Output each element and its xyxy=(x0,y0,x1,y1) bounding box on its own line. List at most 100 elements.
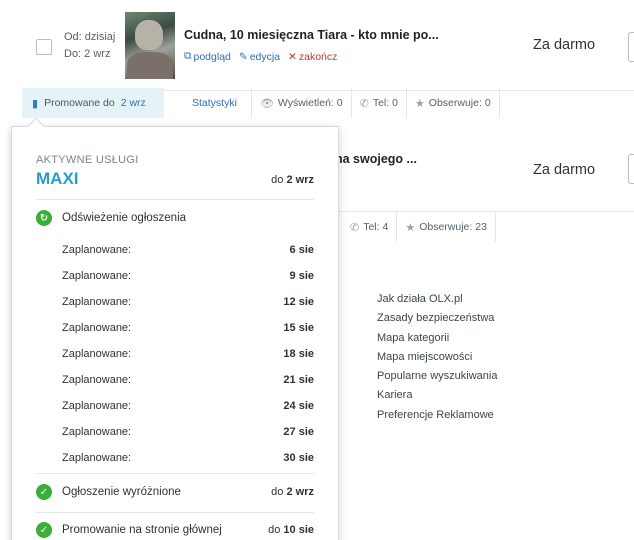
service-featured-until: do 2 wrz xyxy=(271,486,314,498)
listing-action-button[interactable] xyxy=(628,32,634,62)
footer-link-ad-preferences[interactable]: Preferencje Reklamowe xyxy=(377,406,497,425)
footer-link-location-map[interactable]: Mapa miejscowości xyxy=(377,348,497,367)
service-homepage: ✓ Promowanie na stronie głównej do 10 si… xyxy=(36,522,314,538)
listing-actions: ⧉ podgląd ✎ edycja ✕ zakończ xyxy=(184,50,337,63)
service-featured-prefix: do xyxy=(271,486,284,498)
plan-until: do 2 wrz xyxy=(271,174,314,186)
finish-label: zakończ xyxy=(298,50,338,63)
footer-link-how-it-works[interactable]: Jak działa OLX.pl xyxy=(377,290,497,309)
schedule-label: Zaplanowane: xyxy=(62,270,132,282)
phone-count: Tel: 0 xyxy=(372,97,398,109)
finish-link[interactable]: ✕ zakończ xyxy=(288,50,337,63)
edit-label: edycja xyxy=(249,50,281,63)
popup-arrow xyxy=(27,117,45,135)
schedule-row: Zaplanowane: 15 sie xyxy=(62,322,314,334)
check-icon: ✓ xyxy=(36,522,52,538)
close-icon: ✕ xyxy=(288,50,297,63)
phone-stat: ✆ Tel: 0 xyxy=(352,88,407,118)
service-homepage-prefix: do xyxy=(268,524,281,536)
watchers-stat: ★ Obserwuje: 23 xyxy=(397,212,496,242)
listing-action-button[interactable] xyxy=(628,154,634,184)
external-link-icon: ⧉ xyxy=(184,50,192,62)
date-from: Od: dzisiaj xyxy=(64,31,116,43)
service-refresh-label: Odświeżenie ogłoszenia xyxy=(62,212,187,224)
preview-link[interactable]: ⧉ podgląd xyxy=(184,50,231,63)
star-icon: ★ xyxy=(414,97,425,110)
eye-icon: 👁 xyxy=(259,97,274,110)
listing-dates: Od: dzisiaj Do: 2 wrz xyxy=(64,29,115,63)
thumbnail-person-shape xyxy=(127,52,173,79)
divider xyxy=(36,199,314,200)
listing-thumbnail[interactable] xyxy=(125,12,175,79)
service-featured-date: 2 wrz xyxy=(286,486,314,498)
schedule-row: Zaplanowane: 9 sie xyxy=(62,270,314,282)
popup-heading: AKTYWNE USŁUGI xyxy=(36,154,139,166)
service-homepage-date: 10 sie xyxy=(283,524,314,536)
promo-label: Promowane do xyxy=(44,97,115,109)
listing-price: Za darmo xyxy=(533,37,596,53)
schedule-label: Zaplanowane: xyxy=(62,400,132,412)
schedule-label: Zaplanowane: xyxy=(62,426,132,438)
views-stat: 👁 Wyświetleń: 0 xyxy=(252,88,352,118)
schedule-date: 6 sie xyxy=(289,244,314,256)
listing-row: Od: dzisiaj Do: 2 wrz Cudna, 10 miesięcz… xyxy=(22,0,634,91)
schedule-label: Zaplanowane: xyxy=(62,348,132,360)
promo-date: 2 wrz xyxy=(120,97,146,109)
schedule-label: Zaplanowane: xyxy=(62,296,132,308)
check-icon: ✓ xyxy=(36,484,52,500)
phone-count: Tel: 4 xyxy=(363,221,389,233)
footer-link-safety[interactable]: Zasady bezpieczeństwa xyxy=(377,309,497,328)
listing-checkbox[interactable] xyxy=(36,39,52,55)
schedule-label: Zaplanowane: xyxy=(62,322,132,334)
schedule-date: 30 sie xyxy=(283,452,314,464)
listing-stats-bar: ▮ Promowane do 2 wrz Statystyki 👁 Wyświe… xyxy=(22,88,634,118)
schedule-row: Zaplanowane: 18 sie xyxy=(62,348,314,360)
phone-icon: ✆ xyxy=(350,221,360,234)
date-to: Do: 2 wrz xyxy=(64,48,111,60)
watchers-count: Obserwuje: 0 xyxy=(428,97,491,109)
schedule-label: Zaplanowane: xyxy=(62,452,132,464)
watchers-count: Obserwuje: 23 xyxy=(419,221,487,233)
star-icon: ★ xyxy=(405,221,416,234)
phone-stat: ✆ Tel: 4 xyxy=(338,212,398,242)
listing-title[interactable]: Cudna, 10 miesięczna Tiara - kto mnie po… xyxy=(184,28,439,42)
schedule-row: Zaplanowane: 6 sie xyxy=(62,244,314,256)
service-refresh: ↻ Odświeżenie ogłoszenia xyxy=(36,210,314,226)
statistics-link[interactable]: Statystyki xyxy=(164,88,252,118)
watchers-stat: ★ Obserwuje: 0 xyxy=(407,88,500,118)
service-homepage-label: Promowanie na stronie głównej xyxy=(62,524,222,536)
service-homepage-until: do 10 sie xyxy=(268,524,314,536)
service-featured: ✓ Ogłoszenie wyróżnione do 2 wrz xyxy=(36,484,314,500)
listing-price: Za darmo xyxy=(533,162,596,178)
preview-label: podgląd xyxy=(193,50,231,63)
schedule-date: 9 sie xyxy=(289,270,314,282)
schedule-date: 24 sie xyxy=(283,400,314,412)
pencil-icon: ✎ xyxy=(238,50,248,63)
divider xyxy=(36,473,314,474)
listing-title[interactable]: na swojego ... xyxy=(335,152,417,166)
views-count: Wyświetleń: 0 xyxy=(277,97,343,109)
plan-until-prefix: do xyxy=(271,174,284,186)
plan-until-date: 2 wrz xyxy=(286,174,314,186)
schedule-row: Zaplanowane: 30 sie xyxy=(62,452,314,464)
bookmark-icon: ▮ xyxy=(32,97,39,110)
footer-links: Jak działa OLX.pl Zasady bezpieczeństwa … xyxy=(377,290,497,425)
schedule-date: 27 sie xyxy=(283,426,314,438)
service-featured-label: Ogłoszenie wyróżnione xyxy=(62,486,181,498)
active-services-popup: AKTYWNE USŁUGI MAXI do 2 wrz ↻ Odświeżen… xyxy=(11,117,339,540)
schedule-label: Zaplanowane: xyxy=(62,244,132,256)
schedule-date: 18 sie xyxy=(283,348,314,360)
phone-icon: ✆ xyxy=(359,97,369,110)
footer-link-careers[interactable]: Kariera xyxy=(377,386,497,405)
schedule-date: 12 sie xyxy=(283,296,314,308)
promoted-badge[interactable]: ▮ Promowane do 2 wrz xyxy=(22,88,164,118)
footer-link-popular-searches[interactable]: Popularne wyszukiwania xyxy=(377,367,497,386)
schedule-row: Zaplanowane: 27 sie xyxy=(62,426,314,438)
edit-link[interactable]: ✎ edycja xyxy=(239,50,280,63)
footer-link-category-map[interactable]: Mapa kategorii xyxy=(377,329,497,348)
schedule-row: Zaplanowane: 24 sie xyxy=(62,400,314,412)
schedule-label: Zaplanowane: xyxy=(62,374,132,386)
plan-name: MAXI xyxy=(36,169,79,188)
schedule-row: Zaplanowane: 12 sie xyxy=(62,296,314,308)
schedule-date: 21 sie xyxy=(283,374,314,386)
